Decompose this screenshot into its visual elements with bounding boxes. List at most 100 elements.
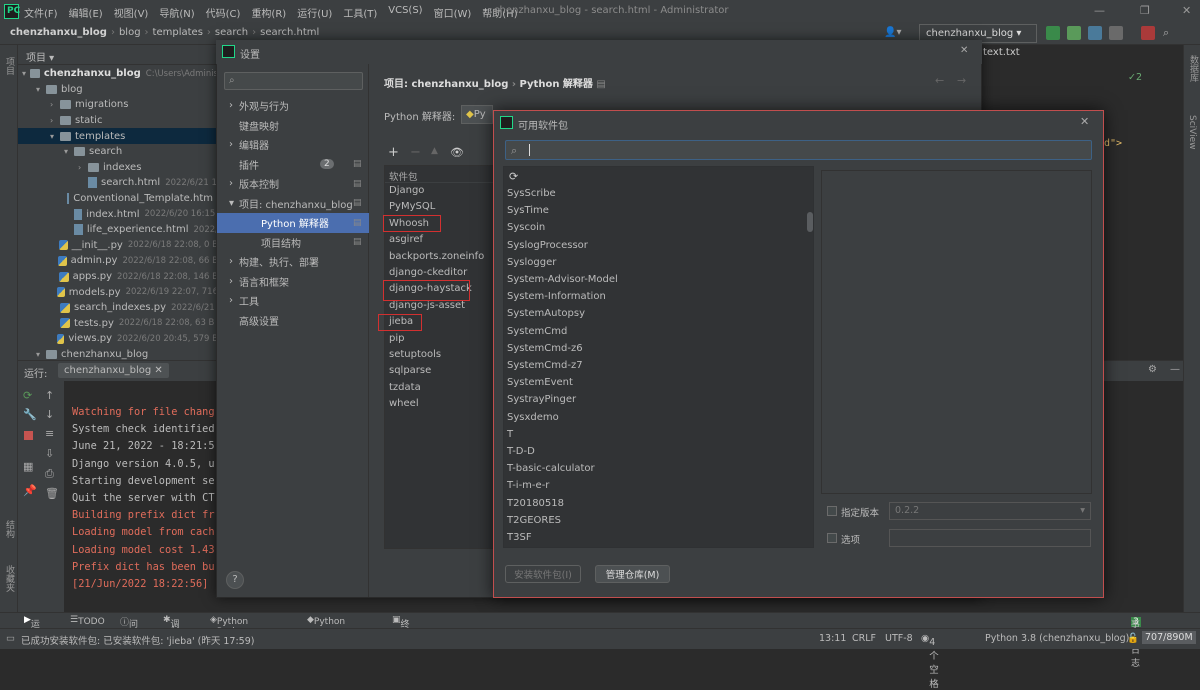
specify-version-checkbox[interactable]	[827, 506, 837, 516]
menu-item-6[interactable]: 运行(U)	[297, 5, 332, 20]
user-icon[interactable]: 👤▾	[884, 27, 901, 38]
tree-expand-icon[interactable]: ›	[50, 116, 60, 125]
remove-package-icon[interactable]: −	[410, 145, 421, 160]
forward-arrow-icon[interactable]: →	[957, 74, 966, 87]
menu-item-2[interactable]: 视图(V)	[114, 5, 149, 20]
menu-item-3[interactable]: 导航(N)	[159, 5, 194, 20]
available-package-item[interactable]: T20180518	[507, 498, 564, 509]
minimize-icon[interactable]: —	[1094, 4, 1105, 17]
package-search-input[interactable]: ⌕	[505, 140, 1092, 160]
package-list-scrollbar[interactable]	[807, 212, 813, 232]
settings-nav-item[interactable]: › 语言和框架	[217, 272, 369, 292]
clear-console-icon[interactable]: 🗑	[45, 487, 59, 500]
menu-item-5[interactable]: 重构(R)	[251, 5, 286, 20]
package-row[interactable]: PyMySQL	[385, 199, 495, 215]
available-package-item[interactable]: T3SF	[507, 532, 532, 543]
tree-item[interactable]: apps.py 2022/6/18 22:08, 146 B	[18, 269, 218, 285]
tree-item[interactable]: Conventional_Template.htm	[18, 191, 218, 207]
reload-list-icon[interactable]: ⟳	[509, 170, 518, 183]
settings-nav-item[interactable]: 高级设置	[217, 311, 369, 331]
menu-item-1[interactable]: 编辑(E)	[69, 5, 103, 20]
available-package-item[interactable]: SysScribe	[507, 188, 556, 199]
available-package-item[interactable]: T-D-D	[507, 446, 535, 457]
package-row[interactable]: asgiref	[385, 232, 495, 248]
lock-icon[interactable]: 🔓	[1127, 633, 1139, 644]
manage-repositories-button[interactable]: 管理仓库(M)	[595, 565, 670, 583]
status-layout-icon[interactable]: ▭	[6, 633, 15, 644]
python-interpreter-status[interactable]: Python 3.8 (chenzhanxu_blog)	[985, 633, 1129, 644]
settings-nav-item[interactable]: › 编辑器	[217, 135, 369, 155]
available-package-item[interactable]: Syslogger	[507, 257, 556, 268]
inspection-count[interactable]: ✓2	[1128, 72, 1142, 83]
available-package-item[interactable]: SystemAutopsy	[507, 308, 585, 319]
tree-expand-icon[interactable]: ▾	[64, 147, 74, 156]
available-package-item[interactable]: SystemCmd-z7	[507, 360, 583, 371]
search-everywhere-icon[interactable]: ⌕	[1163, 26, 1169, 40]
settings-nav-item[interactable]: ▾ 项目: chenzhanxu_blog ▤	[217, 194, 369, 214]
structure-tool-label[interactable]: 结构	[3, 520, 16, 538]
run-hide-icon[interactable]: —	[1170, 364, 1180, 375]
help-button[interactable]: ?	[226, 571, 244, 589]
settings-nav-item[interactable]: 插件 2 ▤	[217, 155, 369, 175]
available-package-item[interactable]: SysTime	[507, 205, 549, 216]
package-row[interactable]: pip	[385, 331, 495, 347]
breadcrumb-blog[interactable]: blog	[119, 27, 141, 38]
settings-nav-item[interactable]: Python 解释器 ▤	[217, 213, 369, 233]
show-early-releases-eye-icon[interactable]: 👁	[450, 146, 464, 159]
tree-item[interactable]: tests.py 2022/6/18 22:08, 63 B	[18, 316, 218, 332]
indent-setting[interactable]: ◉ 4 个空格	[921, 633, 939, 690]
breadcrumb-templates[interactable]: templates	[153, 27, 203, 38]
tab-todo[interactable]: ☰ TODO	[70, 615, 105, 627]
tab-terminal[interactable]: ▣ 终端	[392, 615, 410, 643]
available-package-item[interactable]: System-Advisor-Model	[507, 274, 618, 285]
pin-icon[interactable]: 📌	[23, 484, 37, 497]
breadcrumb-search[interactable]: search	[215, 27, 248, 38]
tree-item[interactable]: models.py 2022/6/19 22:07, 716	[18, 284, 218, 300]
settings-nav-expand-icon[interactable]: ›	[229, 178, 239, 189]
available-package-item[interactable]: SystemEvent	[507, 377, 573, 388]
settings-search-input[interactable]: ⌕	[224, 72, 363, 90]
line-ending[interactable]: CRLF	[852, 633, 876, 644]
available-package-item[interactable]: T2GEORES	[507, 515, 561, 526]
tree-item[interactable]: ▾ search	[18, 144, 218, 160]
available-close-icon[interactable]: ✕	[1080, 115, 1089, 128]
tree-item[interactable]: ▾ chenzhanxu_blog C:\Users\Adminis	[18, 66, 218, 82]
tab-problems[interactable]: ⓘ 问题	[120, 615, 138, 643]
available-package-item[interactable]: T-i-m-e-r	[507, 480, 549, 491]
caret-position[interactable]: 13:11	[819, 633, 846, 644]
tree-item[interactable]: ▾ blog	[18, 82, 218, 98]
install-package-button[interactable]: 安装软件包(I)	[505, 565, 581, 583]
tree-item[interactable]: ▾ templates	[18, 128, 218, 144]
available-package-item[interactable]: Sysxdemo	[507, 412, 559, 423]
tree-expand-icon[interactable]: ▾	[50, 132, 60, 141]
scroll-down-icon[interactable]: ↓	[45, 408, 54, 421]
file-encoding[interactable]: UTF-8	[885, 633, 913, 644]
tree-item[interactable]: › indexes	[18, 160, 218, 176]
tree-expand-icon[interactable]: ▾	[36, 85, 46, 94]
package-row[interactable]: tzdata	[385, 380, 495, 396]
sciview-tool-label[interactable]: SciView	[1187, 115, 1197, 150]
stop-run-icon[interactable]	[24, 431, 33, 440]
back-arrow-icon[interactable]: ←	[935, 74, 944, 87]
database-tool-label[interactable]: 数据库	[1187, 55, 1200, 82]
settings-breadcrumb-project[interactable]: 项目: chenzhanxu_blog	[384, 79, 508, 90]
available-package-item[interactable]: SystrayPinger	[507, 394, 576, 405]
menu-item-8[interactable]: VCS(S)	[388, 5, 422, 20]
project-panel-title[interactable]: 项目	[26, 53, 46, 64]
breadcrumb-project[interactable]: chenzhanxu_blog	[10, 27, 107, 38]
tab-python-console[interactable]: ◆ Python 控制台	[307, 615, 345, 640]
print-icon[interactable]: ⎙	[45, 467, 54, 481]
settings-nav-expand-icon[interactable]: ›	[229, 276, 239, 287]
available-package-item[interactable]: T	[507, 429, 513, 440]
settings-close-icon[interactable]: ✕	[960, 45, 968, 56]
tree-item[interactable]: search.html 2022/6/21 1	[18, 175, 218, 191]
tab-debug[interactable]: ✱ 调试	[163, 615, 180, 643]
scroll-up-icon[interactable]: ↑	[45, 389, 54, 402]
package-row[interactable]: Django	[385, 183, 495, 199]
settings-nav-item[interactable]: 项目结构 ▤	[217, 233, 369, 253]
soft-wrap-icon[interactable]: ≡	[45, 427, 54, 440]
tree-item[interactable]: admin.py 2022/6/18 22:08, 66 B	[18, 253, 218, 269]
settings-nav-item[interactable]: › 外观与行为	[217, 96, 369, 116]
upgrade-package-icon[interactable]: ▲	[431, 146, 438, 156]
tree-item[interactable]: views.py 2022/6/20 20:45, 579 B	[18, 331, 218, 347]
